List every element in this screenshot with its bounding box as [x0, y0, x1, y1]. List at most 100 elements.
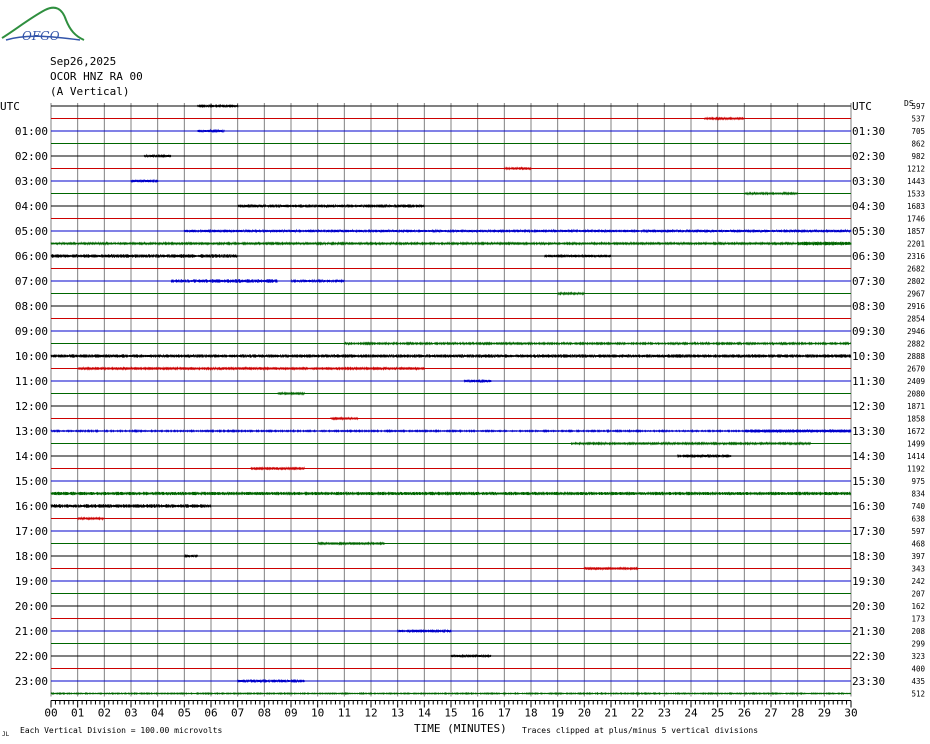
right-hour-label: 14:30 — [852, 450, 885, 463]
x-tick-label: 14 — [418, 707, 432, 720]
seismic-trace-activity — [330, 416, 359, 421]
left-hour-label: 01:00 — [15, 125, 48, 138]
x-tick-label: 12 — [364, 707, 377, 720]
x-axis: 00 01 02 03 04 05 06 07 08 09 10 11 12 13 14 15 16 17 18 19… — [44, 700, 858, 720]
right-hour-label: 16:30 — [852, 500, 885, 513]
seismic-trace-activity — [50, 691, 852, 696]
seismic-trace-activity — [183, 228, 852, 234]
ds-value: 2409 — [907, 377, 925, 386]
ds-value: 975 — [911, 477, 925, 486]
x-tick-label: 19 — [551, 707, 564, 720]
seismic-trace-activity — [570, 441, 812, 446]
scale-note: Each Vertical Division = 100.00 microvol… — [20, 726, 222, 735]
ds-value: 468 — [911, 540, 925, 549]
x-tick-label: 24 — [684, 707, 698, 720]
seismic-trace-activity — [197, 128, 225, 134]
right-hour-label: 09:30 — [852, 325, 885, 338]
seismic-trace-activity — [317, 541, 385, 546]
seismic-trace-activity — [237, 678, 305, 684]
x-tick-label: 02 — [98, 707, 111, 720]
chart-component: (A Vertical) — [50, 85, 129, 98]
seismic-trace-activity — [277, 391, 305, 396]
x-tick-label: 08 — [258, 707, 271, 720]
ds-value: 2967 — [907, 290, 925, 299]
left-hour-label: 19:00 — [15, 575, 48, 588]
right-hour-label: 01:30 — [852, 125, 885, 138]
right-hour-label: 07:30 — [852, 275, 885, 288]
ds-value: 512 — [911, 690, 925, 699]
seismic-trace-activity — [237, 203, 425, 209]
left-hour-label: 17:00 — [15, 525, 48, 538]
ds-value-labels: 597 537 705 862 982 1212 1443 1533 1683 1746 1857 2… — [907, 102, 926, 699]
left-hour-label: 23:00 — [15, 675, 48, 688]
ds-value: 740 — [911, 502, 925, 511]
right-hour-label: 17:30 — [852, 525, 885, 538]
seismic-trace-activity — [463, 379, 492, 384]
right-hour-label: 13:30 — [852, 425, 885, 438]
right-hour-label: 05:30 — [852, 225, 885, 238]
ds-value: 397 — [911, 552, 925, 561]
x-tick-label: 04 — [151, 707, 165, 720]
right-hour-label: 04:30 — [852, 200, 885, 213]
ds-value: 2670 — [907, 365, 926, 374]
x-tick-label: 21 — [604, 707, 617, 720]
ds-value: 2080 — [907, 390, 926, 399]
left-hour-label: 22:00 — [15, 650, 48, 663]
ds-value: 173 — [911, 615, 925, 624]
x-tick-label: 28 — [791, 707, 804, 720]
seismic-trace-activity — [583, 566, 639, 571]
ds-value: 705 — [911, 127, 925, 136]
right-hour-label: 08:30 — [852, 300, 885, 313]
right-hour-label: 11:30 — [852, 375, 885, 388]
left-hour-label: 04:00 — [15, 200, 48, 213]
seismic-trace-activity — [677, 453, 732, 459]
x-tick-label: 01 — [71, 707, 84, 720]
x-axis-title: TIME (MINUTES) — [414, 722, 507, 735]
x-tick-label: 07 — [231, 707, 244, 720]
seismic-trace-activity — [77, 366, 425, 371]
ds-value: 2316 — [907, 252, 926, 261]
right-hour-label: 19:30 — [852, 575, 885, 588]
ds-value: 1858 — [907, 415, 926, 424]
x-tick-label: 30 — [844, 707, 857, 720]
ds-value: 2882 — [907, 340, 925, 349]
left-hour-label: 15:00 — [15, 475, 48, 488]
left-hour-label: 10:00 — [15, 350, 48, 363]
ds-value: 1414 — [907, 452, 926, 461]
plot-grid — [50, 103, 852, 697]
left-hour-label: 11:00 — [15, 375, 48, 388]
ds-value: 1499 — [907, 440, 925, 449]
ds-value: 323 — [911, 652, 925, 661]
seismic-trace-activity — [703, 116, 745, 121]
x-tick-label: 23 — [658, 707, 671, 720]
ds-value: 862 — [911, 140, 925, 149]
left-hour-labels: UTC 01:00 02:00 03:00 04:00 05:00 06:00 07:00 08… — [0, 100, 48, 688]
clip-note: Traces clipped at plus/minus 5 vertical … — [522, 726, 758, 735]
chart-date: Sep26,2025 — [50, 55, 116, 68]
chart-station: OCOR HNZ RA 00 — [50, 70, 143, 83]
x-tick-label: 20 — [578, 707, 591, 720]
left-hour-label: 18:00 — [15, 550, 48, 563]
x-tick-label: 16 — [471, 707, 484, 720]
seismic-trace-activity — [290, 278, 345, 284]
left-hour-label: 08:00 — [15, 300, 48, 313]
ds-value: 242 — [911, 577, 925, 586]
left-hour-label: 07:00 — [15, 275, 48, 288]
ds-value: 207 — [911, 590, 925, 599]
x-tick-label: 09 — [284, 707, 297, 720]
x-tick-label: 15 — [444, 707, 457, 720]
ofgo-logo: OFGO — [1, 6, 85, 43]
left-hour-label: 21:00 — [15, 625, 48, 638]
x-tick-label: 11 — [338, 707, 351, 720]
ds-value: 2888 — [907, 352, 926, 361]
x-tick-label: 25 — [711, 707, 724, 720]
left-hour-label: UTC — [0, 100, 20, 113]
seismic-trace-activity — [50, 253, 238, 259]
seismic-trace-activity — [170, 278, 279, 284]
x-tick-label: 06 — [204, 707, 217, 720]
ds-value: 162 — [911, 602, 925, 611]
ds-value: 2854 — [907, 315, 926, 324]
right-hour-label: 18:30 — [852, 550, 885, 563]
left-hour-label: 16:00 — [15, 500, 48, 513]
left-hour-label: 09:00 — [15, 325, 48, 338]
